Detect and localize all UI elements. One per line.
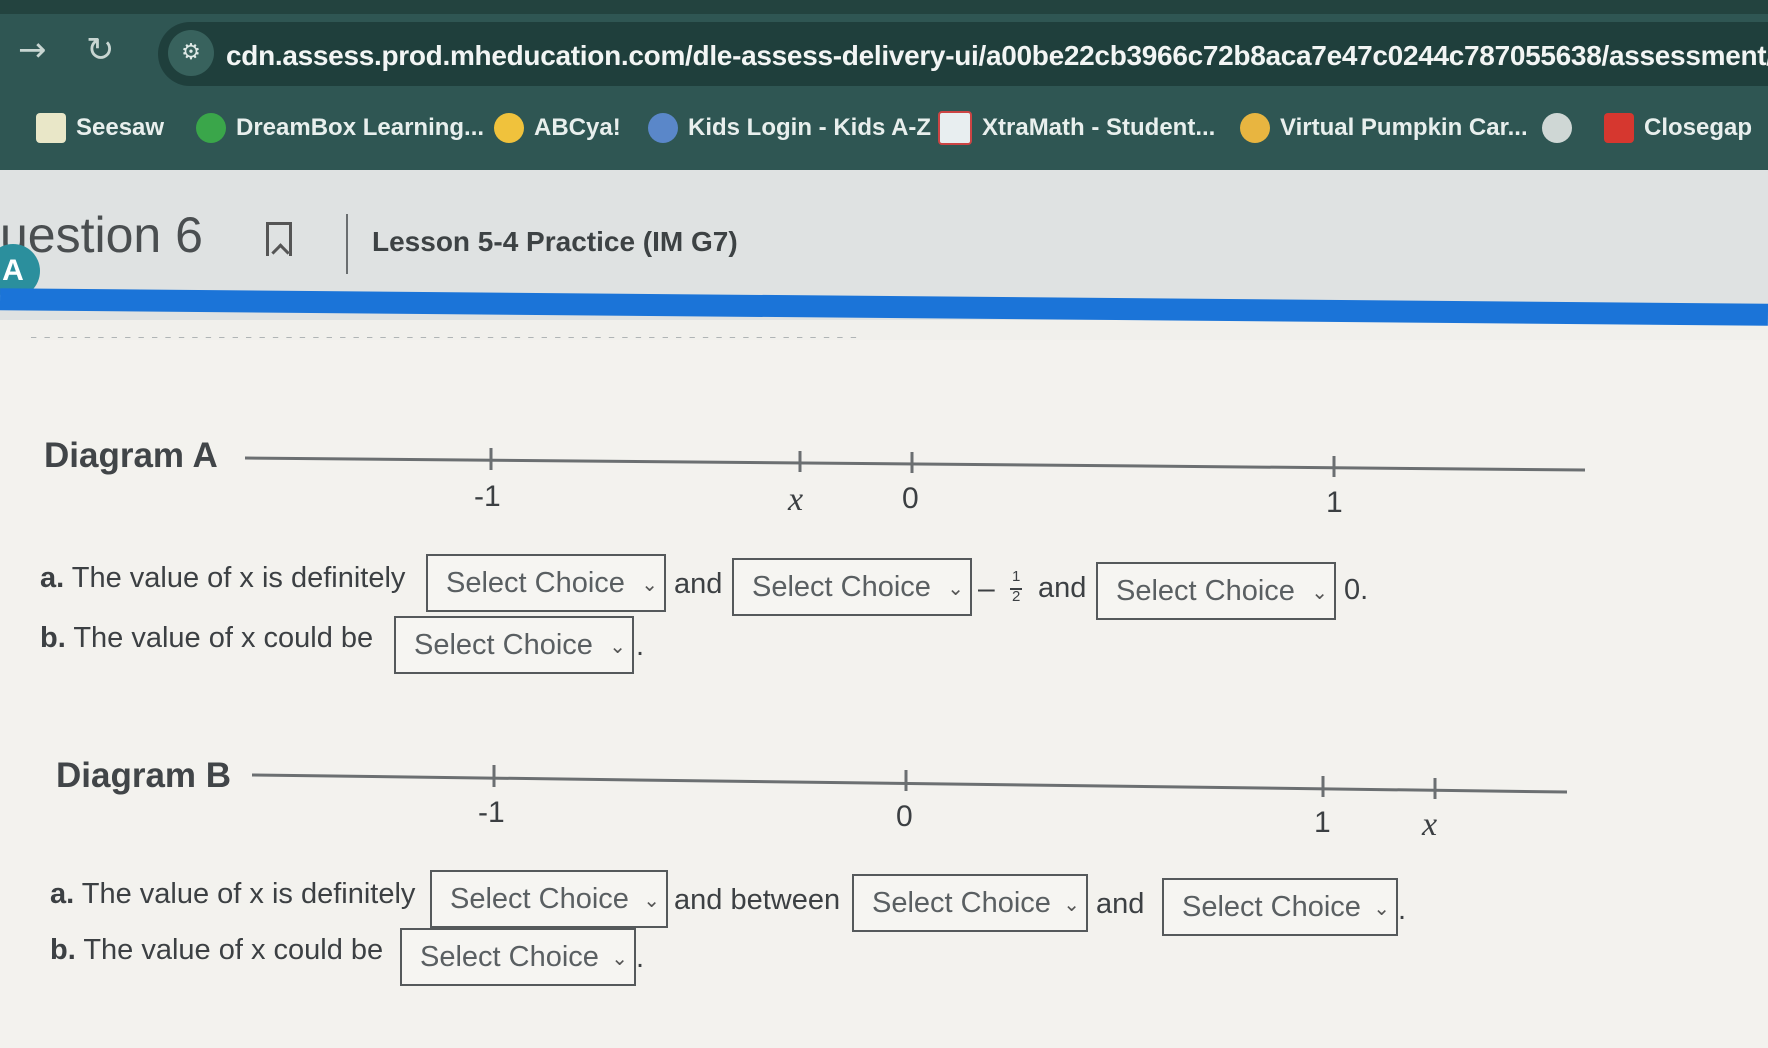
diagram-b-tick-label: -1 <box>478 796 505 829</box>
select-value: Select Choice <box>420 940 599 973</box>
negative-one-half: – 1 2 <box>978 568 1028 612</box>
select-value: Select Choice <box>1116 574 1295 607</box>
item-prefix: b. <box>50 934 76 966</box>
diagram-a-tick-label: x <box>788 481 804 518</box>
diagram-a-a-select-1[interactable]: Select Choice ⌄ <box>426 554 666 612</box>
connector-text: and <box>1096 888 1145 920</box>
period: . <box>1398 894 1407 926</box>
connector-text: and between <box>674 884 841 916</box>
period: . <box>636 630 645 662</box>
diagram-a-line <box>244 456 1586 472</box>
diagram-a-tick-label: -1 <box>474 480 501 513</box>
select-value: Select Choice <box>414 628 593 661</box>
fraction-denominator: 2 <box>1012 588 1021 605</box>
diagram-a-question-b-text: b. The value of x could be <box>40 622 373 655</box>
chevron-down-icon: ⌄ <box>641 572 658 596</box>
select-value: Select Choice <box>752 570 931 603</box>
diagram-b-line <box>251 773 1568 794</box>
fraction-numerator: 1 <box>1012 568 1021 585</box>
chevron-down-icon: ⌄ <box>1373 896 1390 920</box>
item-prefix: a. <box>50 878 75 910</box>
question-text: The value of x is definitely <box>71 562 406 594</box>
item-prefix: b. <box>40 622 66 654</box>
chevron-down-icon: ⌄ <box>611 946 628 970</box>
diagram-b-tick-label: 1 <box>1314 806 1331 839</box>
chevron-down-icon: ⌄ <box>947 576 964 600</box>
connector-text: and <box>674 568 723 600</box>
diagram-a-a-select-2[interactable]: Select Choice ⌄ <box>732 558 972 616</box>
question-text: The value of x could be <box>73 622 374 654</box>
chevron-down-icon: ⌄ <box>643 888 660 912</box>
chevron-down-icon: ⌄ <box>609 634 626 658</box>
diagram-b-tick-label: 0 <box>896 800 913 833</box>
diagram-a-question-a-text: a. The value of x is definitely <box>40 562 405 595</box>
chevron-down-icon: ⌄ <box>1311 580 1328 604</box>
diagram-b-a-select-3[interactable]: Select Choice ⌄ <box>1162 878 1398 936</box>
select-value: Select Choice <box>872 886 1051 919</box>
period: . <box>636 942 645 974</box>
select-value: Select Choice <box>1182 890 1361 923</box>
connector-text: and <box>1038 572 1087 604</box>
question-text: The value of x is definitely <box>81 878 416 910</box>
diagram-b-a-select-1[interactable]: Select Choice ⌄ <box>430 870 668 928</box>
diagram-a-b-select[interactable]: Select Choice ⌄ <box>394 616 634 674</box>
diagram-b-label: Diagram B <box>56 756 232 795</box>
select-value: Select Choice <box>446 566 625 599</box>
diagram-b-question-b-text: b. The value of x could be <box>50 934 383 967</box>
diagram-a-tick-label: 0 <box>902 482 919 515</box>
diagram-b-question-a-text: a. The value of x is definitely <box>50 878 415 911</box>
select-value: Select Choice <box>450 882 629 915</box>
diagram-b-tick-label: x <box>1422 806 1438 843</box>
diagram-b-b-select[interactable]: Select Choice ⌄ <box>400 928 636 986</box>
diagram-a-tick-label: 1 <box>1326 486 1343 519</box>
chevron-down-icon: ⌄ <box>1063 892 1080 916</box>
minus-sign: – <box>978 572 995 605</box>
diagram-a-a-select-3[interactable]: Select Choice ⌄ <box>1096 562 1336 620</box>
connector-text: 0. <box>1344 574 1369 606</box>
item-prefix: a. <box>40 562 65 594</box>
diagram-b-a-select-2[interactable]: Select Choice ⌄ <box>852 874 1088 932</box>
question-text: The value of x could be <box>83 934 384 966</box>
